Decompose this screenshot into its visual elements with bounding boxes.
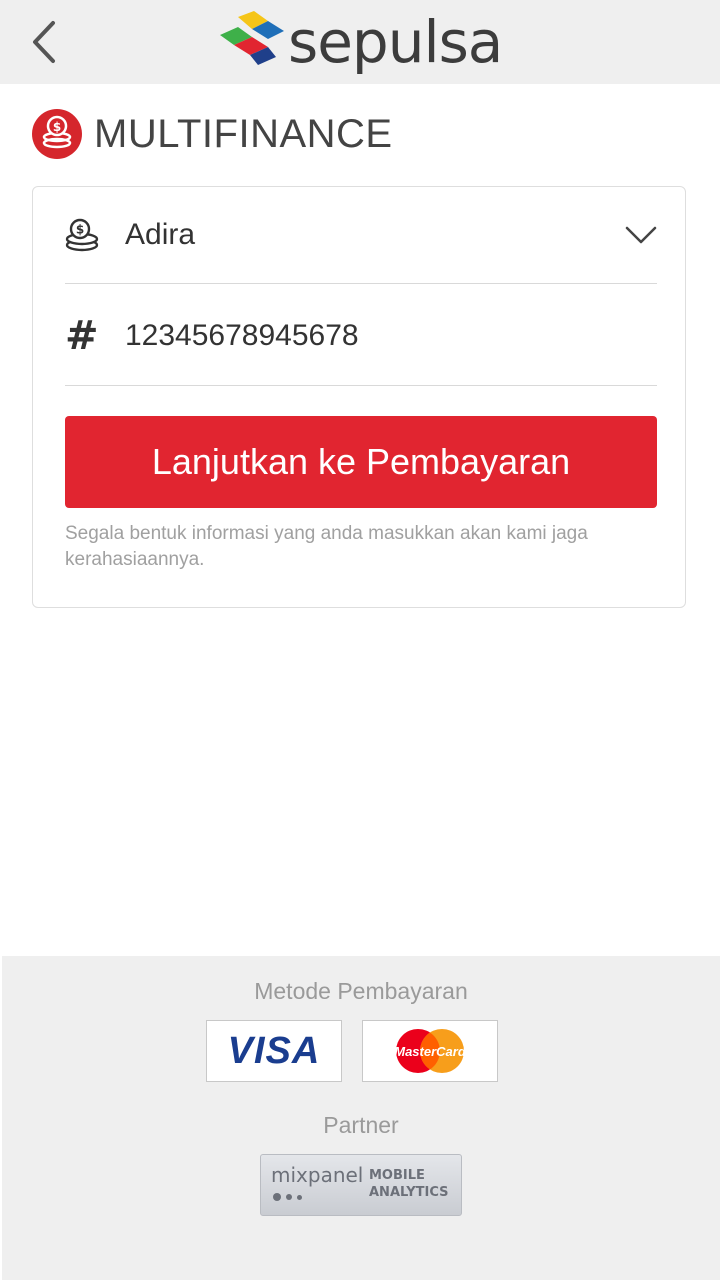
provider-select[interactable]: $ Adira	[65, 187, 657, 284]
mastercard-logo: MasterCard	[362, 1020, 498, 1082]
visa-logo-text: VISA	[227, 1029, 321, 1072]
coins-stack-icon: $	[65, 218, 99, 252]
footer: Metode Pembayaran VISA MasterCard Partne…	[2, 956, 720, 1280]
brand-name: sepulsa	[288, 8, 503, 76]
coins-icon: $	[32, 109, 82, 159]
mixpanel-partner-badge: mixpanel MOBILE ANALYTICS	[260, 1154, 462, 1216]
multifinance-form-card: $ Adira # 12345678945678 Lanjutkan ke Pe…	[32, 186, 686, 608]
sepulsa-logo-mark	[220, 11, 284, 65]
privacy-note: Segala bentuk informasi yang anda masukk…	[65, 523, 588, 570]
visa-logo: VISA	[206, 1020, 342, 1082]
svg-text:$: $	[76, 223, 84, 237]
mixpanel-tagline: MOBILE ANALYTICS	[369, 1168, 449, 1200]
chevron-left-icon	[33, 21, 55, 63]
mixpanel-name: mixpanel	[271, 1163, 364, 1187]
chevron-down-icon	[625, 226, 657, 244]
payment-methods-heading: Metode Pembayaran	[254, 978, 468, 1004]
provider-select-value: Adira	[125, 218, 196, 251]
customer-number-value[interactable]: 12345678945678	[125, 319, 657, 353]
mastercard-logo-mark: MasterCard	[394, 1029, 467, 1073]
svg-text:$: $	[53, 120, 61, 134]
hash-icon: #	[65, 313, 99, 359]
customer-number-field[interactable]: # 12345678945678	[65, 287, 657, 386]
page-title-text: MULTIFINANCE	[94, 111, 393, 156]
top-bar: sepulsa	[0, 0, 720, 84]
continue-to-payment-button[interactable]: Lanjutkan ke Pembayaran	[65, 416, 657, 508]
back-button[interactable]	[22, 14, 66, 70]
mastercard-logo-text: MasterCard	[394, 1044, 467, 1059]
page-title: $ MULTIFINANCE	[32, 104, 393, 164]
sepulsa-logo: sepulsa	[218, 6, 503, 78]
mixpanel-dots-icon	[273, 1193, 302, 1201]
partner-heading: Partner	[323, 1112, 399, 1138]
